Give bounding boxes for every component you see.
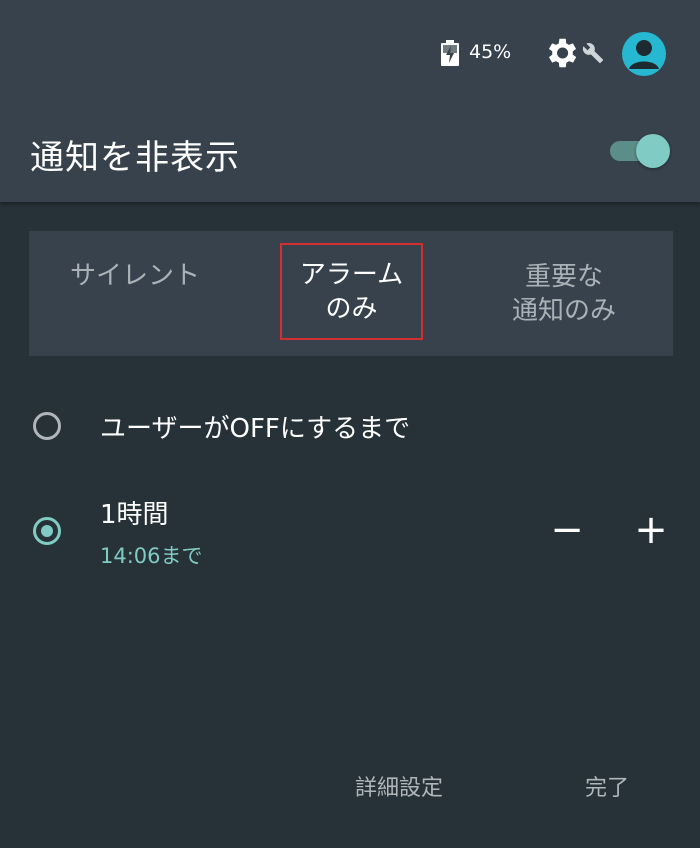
- radio-until-off[interactable]: [33, 412, 61, 440]
- done-button[interactable]: 完了: [585, 770, 629, 802]
- option-one-hour-label: 1時間: [100, 500, 169, 530]
- option-until-off-label: ユーザーがOFFにするまで: [100, 414, 411, 444]
- notification-header: 45% 通知を非表示: [0, 0, 700, 202]
- do-not-disturb-toggle[interactable]: [608, 132, 670, 170]
- page-title: 通知を非表示: [30, 138, 240, 178]
- radio-one-hour[interactable]: [33, 517, 61, 545]
- option-one-hour-until: 14:06まで: [100, 544, 203, 568]
- tab-alarm-label-line2: のみ: [325, 293, 378, 324]
- wrench-icon: [582, 43, 604, 64]
- tab-silent[interactable]: サイレント: [29, 231, 241, 356]
- option-one-hour[interactable]: 1時間 14:06まで − +: [0, 490, 700, 580]
- tab-priority-only[interactable]: 重要な 通知のみ: [469, 231, 659, 356]
- mode-selector: サイレント アラーム のみ 重要な 通知のみ: [29, 231, 673, 356]
- option-until-off[interactable]: ユーザーがOFFにするまで: [0, 400, 700, 460]
- increase-duration-button[interactable]: +: [631, 510, 671, 550]
- account-avatar[interactable]: [622, 32, 666, 76]
- gear-icon[interactable]: [542, 34, 580, 72]
- account-icon: [629, 40, 659, 69]
- tab-priority-label-line2: 通知のみ: [511, 295, 616, 326]
- advanced-settings-button[interactable]: 詳細設定: [355, 770, 443, 802]
- tab-priority-label-line1: 重要な: [524, 261, 603, 292]
- battery-charging-icon: [441, 40, 459, 66]
- decrease-duration-button[interactable]: −: [547, 510, 587, 550]
- toggle-thumb: [636, 134, 670, 168]
- tab-silent-label: サイレント: [69, 261, 200, 291]
- tab-alarm-only[interactable]: アラーム のみ: [280, 243, 423, 340]
- radio-selected-dot: [41, 525, 53, 537]
- battery-percentage: 45%: [469, 41, 512, 63]
- tab-alarm-label-line1: アラーム: [299, 259, 404, 290]
- status-row: 45%: [0, 30, 700, 76]
